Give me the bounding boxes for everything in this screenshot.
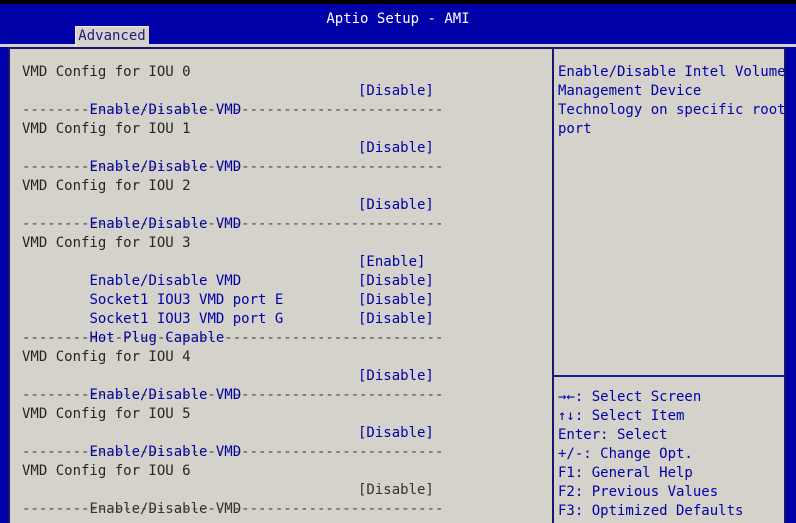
setting-value: [Disable] bbox=[358, 311, 434, 327]
tab-advanced[interactable]: Advanced bbox=[75, 26, 149, 47]
setting-value: [Disable] bbox=[358, 197, 434, 213]
hotkey-select-item: ↑↓: Select Item bbox=[558, 408, 685, 424]
hotkey-change-opt: +/-: Change Opt. bbox=[558, 446, 693, 462]
separator-line: ----------------------------------------… bbox=[22, 501, 444, 517]
tab-advanced-label: Advanced bbox=[78, 28, 146, 44]
section-heading-iou0: VMD Config for IOU 0 bbox=[22, 64, 191, 80]
setting-socket1-iou3-port-g[interactable]: Socket1 IOU3 VMD port G [Disable] bbox=[10, 291, 552, 327]
section-heading-iou4: VMD Config for IOU 4 bbox=[22, 349, 191, 365]
setting-enable-vmd-iou2[interactable]: Enable/Disable VMD [Disable] bbox=[10, 196, 552, 232]
hotkey-legend: →←: Select Screen ↑↓: Select Item Enter:… bbox=[558, 388, 784, 521]
setting-enable-vmd-iou6[interactable]: Enable/Disable VMD [Disable] bbox=[10, 481, 552, 517]
separator-line: ----------------------------------------… bbox=[22, 387, 444, 403]
window-title: Aptio Setup - AMI bbox=[326, 11, 470, 27]
setting-enable-vmd-iou1[interactable]: Enable/Disable VMD [Disable] bbox=[10, 139, 552, 175]
hotkey-select-screen: →←: Select Screen bbox=[558, 389, 702, 405]
separator-line: ----------------------------------------… bbox=[22, 216, 444, 232]
bios-setup-screen: Aptio Setup - AMI Advanced VMD Config fo… bbox=[0, 0, 796, 523]
setting-value: [Enable] bbox=[358, 254, 426, 270]
hotkey-f1-general-help: F1: General Help bbox=[558, 465, 693, 481]
setting-enable-vmd-iou5[interactable]: Enable/Disable VMD [Disable] bbox=[10, 424, 552, 460]
help-pane: Enable/Disable Intel Volume Management D… bbox=[554, 49, 786, 523]
section-heading-iou6: VMD Config for IOU 6 bbox=[22, 463, 191, 479]
section-heading-iou5: VMD Config for IOU 5 bbox=[22, 406, 191, 422]
setting-enable-vmd-iou0[interactable]: Enable/Disable VMD [Disable] bbox=[10, 82, 552, 118]
setting-enable-vmd-iou3[interactable]: Enable/Disable VMD [Enable] bbox=[10, 253, 552, 289]
settings-pane: VMD Config for IOU 0 Enable/Disable VMD … bbox=[10, 49, 552, 523]
setting-value: [Disable] bbox=[358, 83, 434, 99]
setting-enable-vmd-iou4[interactable]: Enable/Disable VMD [Disable] bbox=[10, 367, 552, 403]
setting-socket1-iou3-port-e[interactable]: Socket1 IOU3 VMD port E [Disable] bbox=[10, 272, 552, 308]
help-text: Enable/Disable Intel Volume Management D… bbox=[558, 64, 786, 137]
section-heading-iou2: VMD Config for IOU 2 bbox=[22, 178, 191, 194]
setting-hot-plug-capable[interactable]: Hot Plug Capable [Disable] bbox=[10, 310, 552, 346]
setting-value: [Disable] bbox=[358, 425, 434, 441]
separator-line: ----------------------------------------… bbox=[22, 330, 444, 346]
setup-panel: VMD Config for IOU 0 Enable/Disable VMD … bbox=[8, 47, 786, 523]
help-pane-separator bbox=[554, 375, 784, 377]
separator-line: ----------------------------------------… bbox=[22, 444, 444, 460]
separator-line: ----------------------------------------… bbox=[22, 102, 444, 118]
setting-value: [Disable] bbox=[358, 273, 434, 289]
hotkey-f2-previous-values: F2: Previous Values bbox=[558, 484, 719, 500]
setting-value: [Disable] bbox=[358, 482, 434, 498]
setting-value: [Disable] bbox=[358, 140, 434, 156]
hotkey-f3-optimized-defaults: F3: Optimized Defaults bbox=[558, 503, 744, 519]
setting-value: [Disable] bbox=[358, 368, 434, 384]
hotkey-enter-select: Enter: Select bbox=[558, 427, 668, 443]
setting-value: [Disable] bbox=[358, 292, 434, 308]
section-heading-iou1: VMD Config for IOU 1 bbox=[22, 121, 191, 137]
separator-line: ----------------------------------------… bbox=[22, 159, 444, 175]
section-heading-iou3: VMD Config for IOU 3 bbox=[22, 235, 191, 251]
